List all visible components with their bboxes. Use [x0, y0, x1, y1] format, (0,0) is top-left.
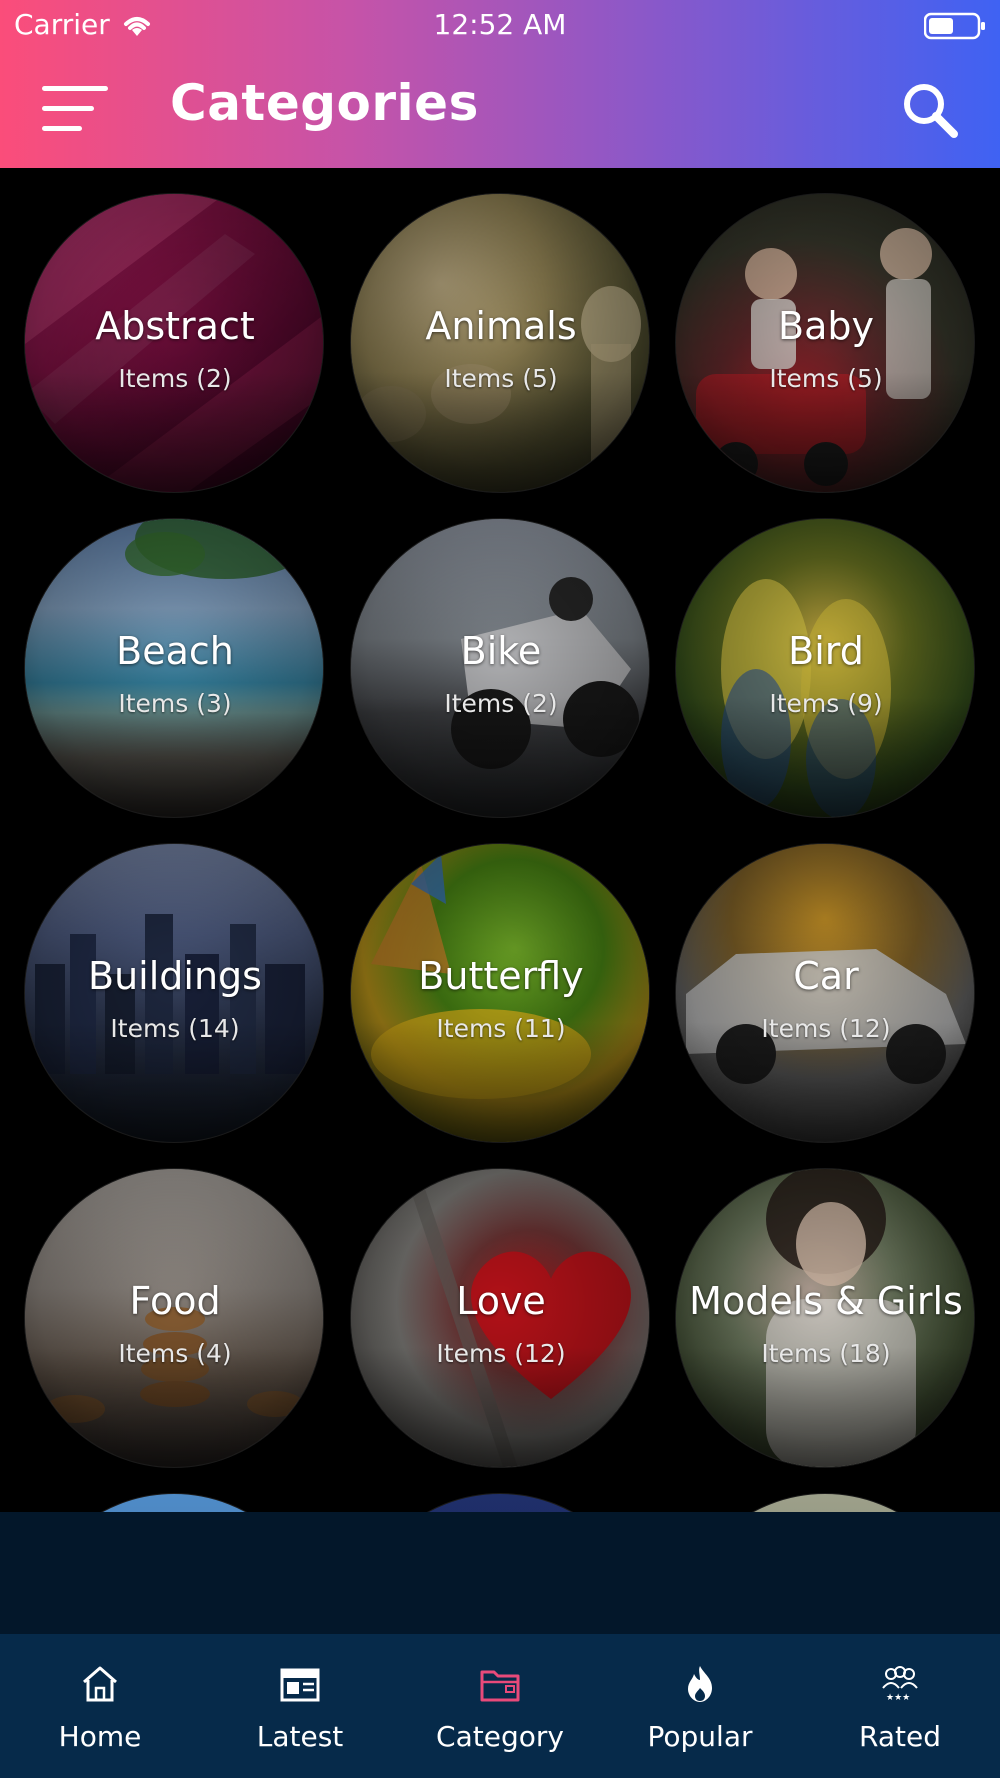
- bottom-tab-bar: Home Latest Category Popular ★★★ Rated: [0, 1634, 1000, 1778]
- hamburger-line: [42, 106, 94, 111]
- category-buildings[interactable]: Buildings Items (14): [24, 843, 324, 1143]
- category-partial[interactable]: [675, 1493, 975, 1512]
- tab-label: Category: [436, 1720, 564, 1753]
- search-icon[interactable]: [900, 80, 960, 140]
- home-icon: [83, 1666, 117, 1702]
- status-time: 12:52 AM: [433, 8, 567, 41]
- tab-rated[interactable]: ★★★ Rated: [800, 1634, 1000, 1778]
- category-partial[interactable]: [350, 1493, 650, 1512]
- rated-group-icon: ★★★: [882, 1666, 918, 1703]
- category-bike[interactable]: Bike Items (2): [350, 518, 650, 818]
- fire-icon: [688, 1666, 712, 1702]
- category-count: Items (18): [761, 1339, 891, 1368]
- category-beach[interactable]: Beach Items (3): [24, 518, 324, 818]
- page-title: Categories: [170, 74, 479, 132]
- hamburger-menu-icon: [42, 86, 108, 91]
- category-name: Abstract: [95, 304, 255, 348]
- category-love[interactable]: Love Items (12): [350, 1168, 650, 1468]
- category-count: Items (5): [769, 364, 883, 393]
- status-bar: Carrier 12:52 AM: [0, 0, 1000, 50]
- category-name: Beach: [116, 629, 234, 673]
- category-count: Items (2): [444, 689, 558, 718]
- category-bird[interactable]: Bird Items (9): [675, 518, 975, 818]
- category-name: Buildings: [88, 954, 262, 998]
- category-count: Items (14): [110, 1014, 240, 1043]
- tab-label: Popular: [647, 1720, 753, 1753]
- category-models-girls[interactable]: Models & Girls Items (18): [675, 1168, 975, 1468]
- hamburger-line: [42, 126, 82, 131]
- tab-popular[interactable]: Popular: [600, 1634, 800, 1778]
- svg-text:★★★: ★★★: [886, 1693, 910, 1703]
- category-food[interactable]: Food Items (4): [24, 1168, 324, 1468]
- category-abstract[interactable]: Abstract Items (2): [24, 193, 324, 493]
- category-count: Items (11): [436, 1014, 566, 1043]
- category-name: Animals: [425, 304, 577, 348]
- category-partial[interactable]: [24, 1493, 324, 1512]
- category-grid: Abstract Items (2) Animals Items (5) Bab…: [0, 168, 1000, 1512]
- category-count: Items (5): [444, 364, 558, 393]
- tab-latest[interactable]: Latest: [200, 1634, 400, 1778]
- category-name: Baby: [778, 304, 874, 348]
- category-name: Models & Girls: [689, 1279, 963, 1323]
- tab-label: Rated: [859, 1720, 941, 1753]
- category-butterfly[interactable]: Butterfly Items (11): [350, 843, 650, 1143]
- category-count: Items (3): [118, 689, 232, 718]
- tab-home[interactable]: Home: [0, 1634, 200, 1778]
- category-car[interactable]: Car Items (12): [675, 843, 975, 1143]
- tab-category[interactable]: Category: [400, 1634, 600, 1778]
- category-animals[interactable]: Animals Items (5): [350, 193, 650, 493]
- app-header: Carrier 12:52 AM Categories: [0, 0, 1000, 168]
- battery-icon: [924, 12, 985, 40]
- category-name: Car: [793, 954, 859, 998]
- folder-icon: [480, 1670, 520, 1702]
- category-name: Love: [456, 1279, 546, 1323]
- category-count: Items (12): [436, 1339, 566, 1368]
- calendar-icon: [280, 1668, 320, 1702]
- category-count: Items (4): [118, 1339, 232, 1368]
- category-name: Bike: [460, 629, 542, 673]
- category-name: Bird: [788, 629, 864, 673]
- menu-button[interactable]: [42, 86, 108, 134]
- category-baby[interactable]: Baby Items (5): [675, 193, 975, 493]
- category-name: Butterfly: [418, 954, 584, 998]
- tab-label: Latest: [256, 1720, 344, 1753]
- category-count: Items (12): [761, 1014, 891, 1043]
- ad-banner-area: [0, 1512, 1000, 1634]
- category-count: Items (2): [118, 364, 232, 393]
- category-name: Food: [129, 1279, 221, 1323]
- category-count: Items (9): [769, 689, 883, 718]
- tab-label: Home: [58, 1720, 142, 1753]
